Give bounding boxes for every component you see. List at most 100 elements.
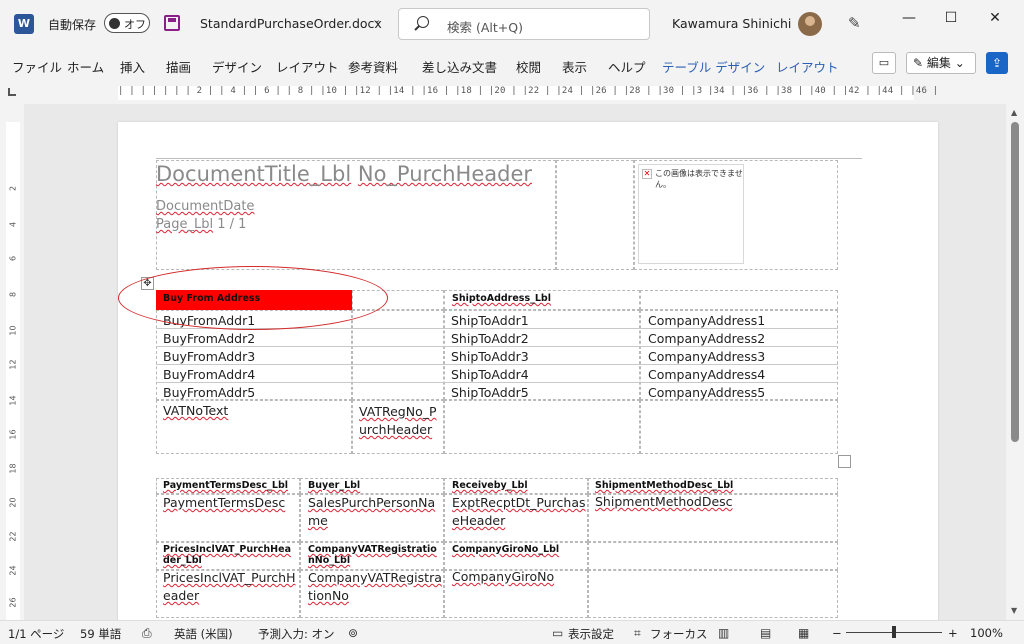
vertical-ruler[interactable]: 2 4 6 8 10 12 14 16 18 20 22 24 26 <box>0 104 24 620</box>
comment-icon[interactable]: ▭ <box>872 52 896 74</box>
focus-icon[interactable]: ⌗ <box>634 626 641 641</box>
tab-table-layout[interactable]: レイアウト <box>776 57 839 76</box>
terms-value: PricesInclVAT_PurchHeader <box>163 570 296 603</box>
vruler-mark: 22 <box>8 531 18 542</box>
predictive-input[interactable]: 予測入力: オン <box>258 626 335 642</box>
edit-mode-button[interactable]: ✎ 編集 ⌄ <box>906 52 976 74</box>
table-resize-handle[interactable] <box>838 455 851 468</box>
address-header-cell[interactable] <box>640 290 838 310</box>
accessibility-icon[interactable]: ⊚ <box>348 626 358 640</box>
vruler-mark: 18 <box>8 463 18 474</box>
word-app-icon[interactable]: W <box>14 14 34 34</box>
ship-to-header: ShiptoAddress_Lbl <box>452 293 551 304</box>
terms-value: SalesPurchPersonName <box>308 495 436 528</box>
tab-layout[interactable]: レイアウト <box>276 57 339 76</box>
save-icon[interactable] <box>164 15 180 31</box>
table-cell: ShipToAddr5 <box>451 385 529 400</box>
vruler-mark: 20 <box>8 497 18 508</box>
document-title-number: No_PurchHeader <box>357 162 533 186</box>
vat-reg-no: VATRegNo_PurchHeader <box>359 404 437 437</box>
terms-value-cell[interactable] <box>588 570 838 618</box>
vat-no-text: VATNoText <box>163 403 229 418</box>
broken-image[interactable]: ✕ この画像は表示できません。 <box>638 164 744 264</box>
tab-design[interactable]: デザイン <box>212 57 262 76</box>
vat-empty-cell[interactable] <box>444 400 640 454</box>
ruler-track[interactable]: | | | | | | | 2 | | 4 | | 6 | | 8 | |10 … <box>118 86 938 100</box>
document-name[interactable]: StandardPurchaseOrder.docx <box>200 16 382 31</box>
terms-header: Receiveby_Lbl <box>452 480 528 491</box>
terms-header: PaymentTermsDesc_Lbl <box>163 480 289 491</box>
document-page[interactable]: DocumentTitle_Lbl No_PurchHeader Documen… <box>118 122 938 620</box>
maximize-button[interactable]: ☐ <box>936 10 966 26</box>
header-top-line <box>156 158 862 159</box>
header-spacer-cell[interactable] <box>556 160 634 270</box>
chevron-down-icon[interactable]: ⌄ <box>372 13 381 26</box>
tab-selector-icon[interactable] <box>8 88 16 96</box>
terms-header-cell[interactable] <box>588 542 838 570</box>
terms-header: ShipmentMethodDesc_Lbl <box>595 480 734 491</box>
tab-help[interactable]: ヘルプ <box>608 57 646 76</box>
print-layout-icon[interactable]: ▤ <box>760 626 771 640</box>
address-col-empty[interactable] <box>352 310 444 400</box>
document-title-label: DocumentTitle_Lbl <box>156 162 352 186</box>
tab-table-design[interactable]: テーブル デザイン <box>662 57 765 76</box>
title-bar: W 自動保存 オフ StandardPurchaseOrder.docx ⌄ 検… <box>0 0 1024 48</box>
zoom-level[interactable]: 100% <box>970 626 1003 640</box>
display-settings[interactable]: 表示設定 <box>568 626 614 642</box>
user-name[interactable]: Kawamura Shinichi <box>672 16 791 31</box>
scroll-down-icon[interactable]: ▼ <box>1011 606 1017 615</box>
vat-empty-cell[interactable] <box>640 400 838 454</box>
close-button[interactable]: ✕ <box>980 10 1010 26</box>
tab-insert[interactable]: 挿入 <box>120 57 145 76</box>
tab-review[interactable]: 校閲 <box>516 57 541 76</box>
broken-image-icon: ✕ <box>642 169 652 179</box>
vruler-mark: 26 <box>8 597 18 608</box>
terms-header: CompanyGiroNo_Lbl <box>452 544 560 555</box>
display-settings-icon[interactable]: ▭ <box>552 626 563 640</box>
share-icon[interactable]: ⇪ <box>986 52 1008 74</box>
zoom-in-button[interactable]: + <box>948 626 958 640</box>
zoom-out-button[interactable]: − <box>832 626 842 640</box>
terms-header: Buyer_Lbl <box>308 480 361 491</box>
word-count[interactable]: 59 単語 <box>80 626 121 642</box>
web-layout-icon[interactable]: ▦ <box>798 626 809 640</box>
search-input[interactable]: 検索 (Alt+Q) <box>398 8 650 40</box>
vruler-mark: 8 <box>8 291 18 298</box>
terms-value: ExptRecptDt_PurchaseHeader <box>452 495 586 528</box>
tab-mailings[interactable]: 差し込み文書 <box>422 57 497 76</box>
vruler-mark: 10 <box>8 325 18 336</box>
minimize-button[interactable]: — <box>894 10 924 26</box>
tab-file[interactable]: ファイル <box>12 57 62 76</box>
vertical-scrollbar[interactable]: ▲ ▼ <box>1006 104 1024 620</box>
table-cell: ShipToAddr1 <box>451 313 529 328</box>
vruler-mark: 6 <box>8 255 18 262</box>
read-mode-icon[interactable]: ▥ <box>718 626 729 640</box>
vruler-mark: 4 <box>8 221 18 228</box>
zoom-slider-thumb[interactable] <box>892 626 896 638</box>
table-cell: ShipToAddr3 <box>451 349 529 364</box>
language-indicator[interactable]: 英語 (米国) <box>174 626 233 642</box>
page-value: 1 / 1 <box>217 217 247 232</box>
tab-home[interactable]: ホーム <box>67 57 104 76</box>
focus-mode[interactable]: フォーカス <box>650 626 708 642</box>
tab-view[interactable]: 表示 <box>562 57 587 76</box>
page-count[interactable]: 1/1 ページ <box>8 626 64 642</box>
vruler-mark: 14 <box>8 395 18 406</box>
tab-draw[interactable]: 描画 <box>166 57 191 76</box>
vruler-mark: 16 <box>8 429 18 440</box>
tab-references[interactable]: 参考資料 <box>348 57 398 76</box>
designer-pen-icon[interactable]: ✎ <box>848 14 861 32</box>
terms-header: PricesInclVAT_PurchHeader_Lbl <box>163 544 291 566</box>
search-icon <box>417 16 429 28</box>
avatar[interactable] <box>798 12 822 36</box>
table-cell: CompanyAddress2 <box>648 331 766 346</box>
scroll-thumb[interactable] <box>1011 122 1019 442</box>
page-label: Page_Lbl <box>156 217 214 232</box>
autosave-toggle[interactable]: オフ <box>104 13 150 33</box>
vruler-mark: 24 <box>8 565 18 576</box>
document-canvas[interactable]: DocumentTitle_Lbl No_PurchHeader Documen… <box>24 104 1006 620</box>
proofing-icon[interactable]: ⎙ <box>142 626 152 641</box>
broken-image-message: この画像は表示できません。 <box>655 169 743 189</box>
horizontal-ruler[interactable]: | | | | | | | 2 | | 4 | | 6 | | 8 | |10 … <box>0 80 1024 104</box>
scroll-up-icon[interactable]: ▲ <box>1011 108 1017 117</box>
